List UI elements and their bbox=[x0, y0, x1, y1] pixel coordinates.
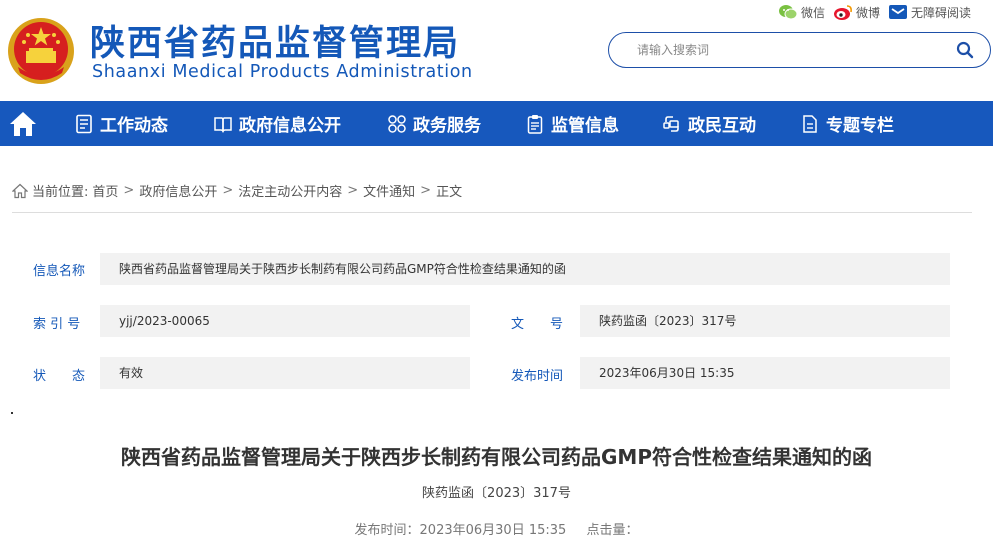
stray-dot bbox=[11, 412, 13, 414]
site-title-cn: 陕西省药品监督管理局 bbox=[90, 24, 461, 64]
nav-item-special-topics[interactable]: 专题专栏 bbox=[800, 101, 894, 146]
top-links: 微信 微博 无障碍阅读 bbox=[778, 3, 971, 21]
accessibility-icon bbox=[888, 5, 907, 19]
nav-label: 政务服务 bbox=[413, 116, 481, 136]
breadcrumb-item-home[interactable]: 首页 bbox=[92, 181, 118, 200]
breadcrumb: 当前位置: 首页 > 政府信息公开 > 法定主动公开内容 > 文件通知 > 正文 bbox=[12, 181, 462, 200]
wechat-label: 微信 bbox=[800, 5, 825, 20]
chevron-right-icon: > bbox=[347, 183, 359, 198]
info-date-label: 发布时间 bbox=[511, 369, 564, 384]
nav-item-gov-services[interactable]: 政务服务 bbox=[387, 101, 481, 146]
breadcrumb-prefix: 当前位置: bbox=[32, 185, 89, 200]
info-index-label: 索 引 号 bbox=[33, 317, 81, 332]
accessibility-label: 无障碍阅读 bbox=[910, 5, 971, 20]
info-date-value: 2023年06月30日 15:35 bbox=[580, 357, 950, 389]
search-icon[interactable] bbox=[956, 41, 974, 59]
nav-home-button[interactable] bbox=[0, 101, 45, 146]
article-doc-number: 陕药监函〔2023〕317号 bbox=[422, 486, 571, 501]
chevron-right-icon: > bbox=[222, 183, 234, 198]
clipboard-icon bbox=[527, 114, 543, 134]
search-box bbox=[608, 32, 991, 68]
nav-label: 监管信息 bbox=[551, 116, 619, 136]
accessibility-link[interactable]: 无障碍阅读 bbox=[888, 3, 971, 21]
home-icon bbox=[12, 183, 28, 198]
nav-label: 专题专栏 bbox=[826, 116, 894, 136]
info-name-label: 信息名称 bbox=[33, 264, 86, 279]
article-click-count: 点击量： bbox=[586, 523, 639, 538]
article-publish-time: 发布时间：2023年06月30日 15:35 bbox=[354, 523, 567, 538]
home-icon bbox=[9, 111, 36, 136]
search-input[interactable] bbox=[637, 41, 937, 59]
article-title: 陕西省药品监督管理局关于陕西步长制药有限公司药品GMP符合性检查结果通知的函 bbox=[121, 445, 872, 469]
weibo-link[interactable]: 微博 bbox=[833, 3, 880, 21]
main-nav: 工作动态 政府信息公开 政务服务 监管信息 政民互动 专题专栏 bbox=[0, 101, 993, 146]
info-doc-value: 陕药监函〔2023〕317号 bbox=[580, 305, 950, 337]
wechat-icon bbox=[778, 5, 798, 20]
breadcrumb-item-current: 正文 bbox=[436, 185, 463, 200]
divider bbox=[12, 212, 972, 213]
nav-item-gov-info[interactable]: 政府信息公开 bbox=[213, 101, 341, 146]
weibo-label: 微博 bbox=[855, 5, 880, 20]
info-index-value: yjj/2023-00065 bbox=[100, 305, 470, 337]
national-emblem-icon bbox=[8, 18, 74, 84]
nav-item-supervision[interactable]: 监管信息 bbox=[525, 101, 619, 146]
book-icon bbox=[214, 116, 232, 133]
info-doc-label: 文 号 bbox=[511, 317, 564, 332]
breadcrumb-item-notices[interactable]: 文件通知 bbox=[363, 181, 415, 200]
grid-icon bbox=[388, 114, 406, 133]
article-meta: 发布时间：2023年06月30日 15:35 点击量： bbox=[0, 519, 993, 538]
chevron-right-icon: > bbox=[123, 183, 135, 198]
nav-label: 政府信息公开 bbox=[239, 116, 341, 136]
document-icon bbox=[803, 114, 817, 133]
nav-item-interaction[interactable]: 政民互动 bbox=[662, 101, 756, 146]
breadcrumb-item-gov-info[interactable]: 政府信息公开 bbox=[139, 181, 217, 200]
nav-label: 工作动态 bbox=[100, 116, 168, 136]
info-status-value: 有效 bbox=[100, 357, 470, 389]
interaction-icon bbox=[663, 115, 679, 132]
info-name-value: 陕西省药品监督管理局关于陕西步长制药有限公司药品GMP符合性检查结果通知的函 bbox=[100, 253, 950, 285]
wechat-link[interactable]: 微信 bbox=[778, 3, 825, 21]
breadcrumb-item-legal-content[interactable]: 法定主动公开内容 bbox=[238, 181, 342, 200]
site-header: 陕西省药品监督管理局 Shaanxi Medical Products Admi… bbox=[0, 0, 993, 101]
list-icon bbox=[76, 114, 92, 133]
nav-label: 政民互动 bbox=[688, 116, 756, 136]
site-title-en: Shaanxi Medical Products Administration bbox=[92, 62, 473, 82]
chevron-right-icon: > bbox=[420, 183, 432, 198]
weibo-icon bbox=[833, 5, 852, 20]
nav-item-work-news[interactable]: 工作动态 bbox=[74, 101, 168, 146]
info-status-label: 状 态 bbox=[33, 369, 86, 384]
